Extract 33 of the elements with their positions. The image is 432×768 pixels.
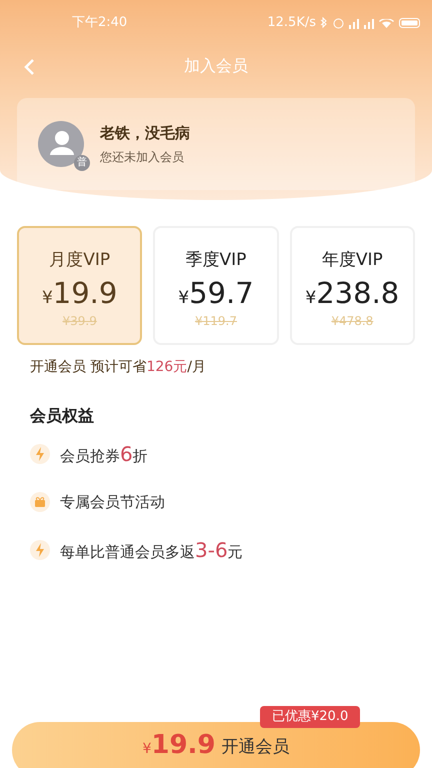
page-title: 加入会员 [184,55,248,77]
section-title: 会员权益 [30,405,94,427]
plan-card[interactable]: 月度VIP ¥19.9 ¥39.9 [17,226,142,345]
status-time: 下午2:40 [72,14,128,32]
network-speed: 12.5K/s [267,14,316,32]
discount-badge: 已优惠¥20.0 [260,706,360,728]
plan-price: ¥238.8 [305,274,400,312]
bluetooth-icon [320,17,328,29]
plan-name: 月度VIP [49,249,110,272]
original-price: ¥119.7 [194,312,237,330]
signal-icon [349,18,359,28]
plan-card[interactable]: 年度VIP ¥238.8 ¥478.8 [290,226,415,345]
benefit-text: 每单比普通会员多返3-6元 [60,537,243,564]
gift-icon [30,492,50,512]
plan-price: ¥19.9 [42,274,118,312]
lightning-icon [30,540,50,560]
plan-name: 年度VIP [322,249,383,272]
lightning-icon [30,444,50,464]
plan-card[interactable]: 季度VIP ¥59.7 ¥119.7 [153,226,279,345]
user-name: 老铁，没毛病 [100,122,190,144]
benefit-text: 会员抢券6折 [60,441,148,468]
original-price: ¥478.8 [331,312,374,330]
join-button[interactable]: ¥19.9 开通会员 [12,722,420,768]
wifi-icon [379,18,394,28]
benefit-text: 专属会员节活动 [60,492,165,513]
back-icon[interactable] [22,58,36,76]
membership-status: 您还未加入会员 [100,149,185,166]
savings-note: 开通会员 预计可省126元/月 [30,358,206,377]
plan-price: ¥59.7 [178,274,254,312]
signal-icon [364,18,374,28]
original-price: ¥39.9 [62,312,97,330]
plan-name: 季度VIP [186,249,246,272]
battery-icon [399,18,420,28]
